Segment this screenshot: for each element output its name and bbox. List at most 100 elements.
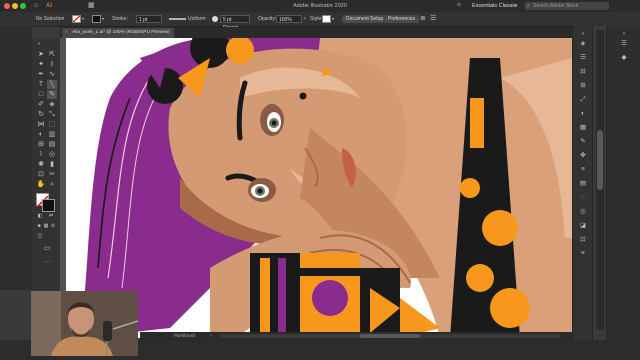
links-icon[interactable]: ⚭ (578, 250, 588, 258)
scale-tool-icon[interactable]: ⤡ (47, 110, 57, 119)
pathfinder-icon[interactable]: ⊞ (578, 82, 588, 90)
shape-builder-tool-icon[interactable]: ◐ (36, 130, 46, 139)
control-bar: No Selection ▾ ▾ Stroke: 1 pt Uniform 5 … (0, 12, 640, 31)
dress-pattern-dot (312, 280, 348, 316)
status-bar: Paintbrush › (140, 332, 572, 340)
artboard-tool-icon[interactable]: ⊡ (36, 170, 46, 179)
collapse-icon[interactable]: » (619, 30, 629, 38)
document-setup-button[interactable]: Document Setup (342, 15, 388, 23)
lasso-tool-icon[interactable]: ℓ (47, 60, 57, 69)
chevron-down-icon[interactable]: ▾ (515, 2, 518, 10)
none-mode-icon[interactable]: ⊘ (48, 222, 58, 231)
gradient-panel-icon[interactable]: ▤ (578, 180, 588, 188)
slice-tool-icon[interactable]: ✂ (47, 170, 57, 179)
dress-pattern-stripe (278, 258, 286, 338)
align-icon[interactable]: ≣ (420, 15, 426, 23)
panel-menu-icon[interactable]: ☰ (430, 15, 436, 23)
properties-icon[interactable]: ☰ (619, 40, 629, 48)
collapse-icon[interactable]: » (34, 40, 44, 49)
horizontal-scrollbar[interactable] (220, 334, 560, 338)
left-strip (0, 26, 32, 290)
stroke-panel-icon[interactable]: ≡ (578, 166, 588, 174)
chevron-down-icon[interactable]: ▾ (82, 15, 84, 23)
webcam-overlay (31, 291, 138, 356)
paintbrush-tool-icon[interactable]: ✎ (47, 90, 57, 99)
strap-dot (482, 210, 518, 246)
opacity-label[interactable]: Opacity: (258, 15, 276, 23)
color-icon[interactable]: ◐ (578, 110, 588, 118)
graph-tool-icon[interactable]: ▮ (47, 160, 57, 169)
mesh-tool-icon[interactable]: ⊞ (36, 140, 46, 149)
scrollbar-thumb[interactable] (360, 334, 420, 338)
gradient-tool-icon[interactable]: ▤ (47, 140, 57, 149)
document-tab[interactable]: × Aila_work_1.ai* @ 100% (RGB/GPU Previe… (62, 28, 174, 38)
chevron-right-icon[interactable]: › (210, 332, 212, 340)
stroke-weight-field[interactable]: 1 pt (136, 15, 162, 23)
edit-toolbar-icon[interactable]: ··· (42, 258, 52, 267)
libraries-icon[interactable]: ☰ (578, 54, 588, 62)
chevron-right-icon[interactable]: › (304, 15, 306, 23)
swap-colors-icon[interactable]: ⇄ (46, 212, 56, 221)
preferences-button[interactable]: Preferences (384, 15, 419, 23)
chevron-down-icon[interactable]: ▾ (332, 15, 334, 23)
selection-status: No Selection (36, 16, 65, 22)
draw-mode-icon[interactable]: ◫ (35, 232, 45, 241)
eyedropper-tool-icon[interactable]: ⌇ (36, 150, 46, 159)
brush-definition-field[interactable]: 5 pt. Round (220, 15, 250, 31)
rectangle-tool-icon[interactable]: □ (36, 90, 46, 99)
transform-icon[interactable]: ⤢ (578, 96, 588, 104)
direct-selection-tool-icon[interactable]: ⇱ (47, 50, 57, 59)
perspective-grid-tool-icon[interactable]: ▥ (47, 130, 57, 139)
fill-swatch[interactable] (72, 15, 81, 23)
strap-dot (460, 178, 480, 198)
line-tool-icon[interactable]: ╲ (47, 80, 57, 89)
chevron-down-icon[interactable]: ▾ (102, 15, 104, 23)
pen-tool-icon[interactable]: ✒ (36, 70, 46, 79)
blend-tool-icon[interactable]: ◎ (47, 150, 57, 159)
scrollbar-thumb[interactable] (597, 130, 603, 190)
vertical-scrollbar[interactable] (596, 30, 604, 330)
symbols-icon[interactable]: ✤ (578, 152, 588, 160)
curvature-tool-icon[interactable]: ∿ (47, 70, 57, 79)
microphone-icon (103, 321, 112, 341)
default-colors-icon[interactable]: ◧ (35, 212, 45, 221)
layers-panel-icon[interactable]: ◆ (619, 54, 629, 62)
right-panel-dock-b: » ☰ ◆ (606, 26, 640, 340)
type-tool-icon[interactable]: T (36, 80, 46, 89)
align-panel-icon[interactable]: ⊟ (578, 68, 588, 76)
symbol-sprayer-tool-icon[interactable]: ✺ (36, 160, 46, 169)
stock-search-input[interactable]: Search Adobe Stock (525, 2, 609, 10)
width-tool-icon[interactable]: ⋈ (36, 120, 46, 129)
shaper-tool-icon[interactable]: ✐ (36, 100, 46, 109)
free-transform-tool-icon[interactable]: ⬚ (47, 120, 57, 129)
layers-icon[interactable]: ◈ (578, 40, 588, 48)
eraser-tool-icon[interactable]: ◈ (47, 100, 57, 109)
lightbulb-icon[interactable]: ✧ (456, 2, 462, 10)
stroke-color-swatch[interactable] (42, 199, 55, 212)
hand-tool-icon[interactable]: ✋ (36, 180, 46, 189)
magic-wand-tool-icon[interactable]: ✦ (36, 60, 46, 69)
brushes-icon[interactable]: ✎ (578, 138, 588, 146)
strap-pattern (470, 98, 484, 148)
pupil-lower (257, 188, 263, 194)
transparency-icon[interactable]: ◌ (578, 194, 588, 202)
close-tab-icon[interactable]: × (65, 28, 68, 38)
collapse-icon[interactable]: « (578, 30, 588, 38)
screen-mode-icon[interactable]: ▭ (42, 244, 52, 253)
stroke-swatch[interactable] (92, 15, 101, 23)
graphic-styles-icon[interactable]: ◪ (578, 222, 588, 230)
profile-label: Uniform (188, 16, 206, 22)
opacity-field[interactable]: 100% (276, 15, 302, 23)
stroke-label[interactable]: Stroke: (112, 15, 128, 23)
rotate-tool-icon[interactable]: ↻ (36, 110, 46, 119)
zoom-tool-icon[interactable]: ⌕ (47, 180, 57, 189)
appearance-icon[interactable]: ◎ (578, 208, 588, 216)
workspace-switcher[interactable]: Essentials Classic (472, 3, 516, 9)
artboards-icon[interactable]: ⊡ (578, 236, 588, 244)
swatches-icon[interactable]: ▦ (578, 124, 588, 132)
document-tab-label: Aila_work_1.ai* @ 100% (RGB/GPU Preview) (72, 30, 170, 35)
selection-tool-icon[interactable]: ➤ (36, 50, 46, 59)
no-fill-slash-icon (72, 15, 81, 23)
graphic-style-swatch[interactable] (322, 15, 331, 23)
title-bar: ⌂ Ai ▦ Adobe Illustrator 2020 ✧ Essentia… (0, 0, 640, 12)
